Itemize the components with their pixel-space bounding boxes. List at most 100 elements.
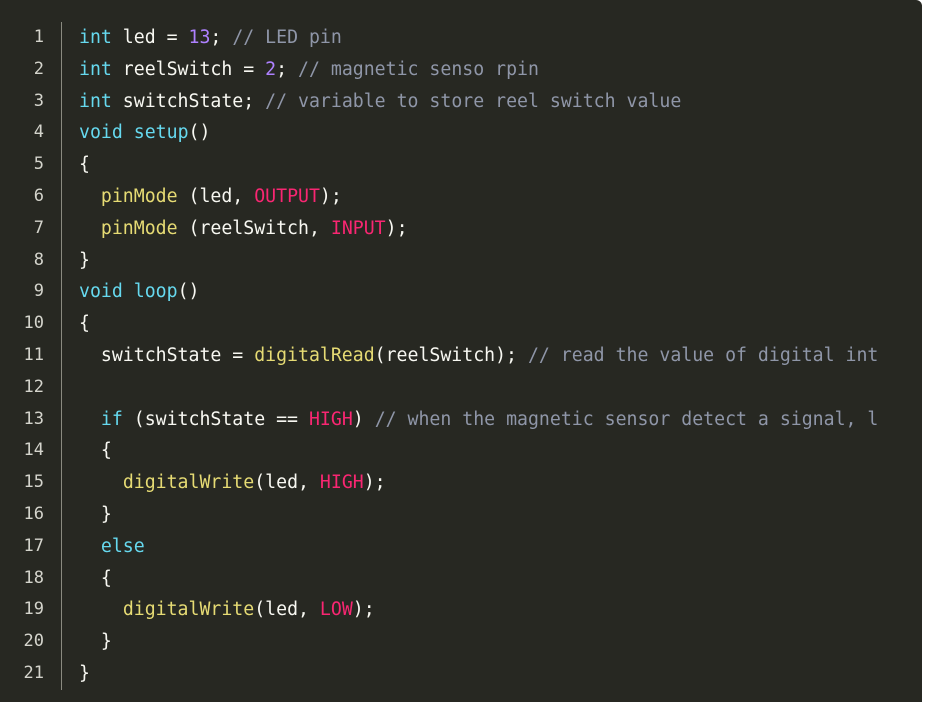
code-line: 19 digitalWrite(led, LOW); [0,594,922,626]
line-number: 8 [33,249,44,270]
keyword-token: loop [133,281,178,303]
line-number: 19 [23,599,44,620]
function-token: pinMode [100,185,178,207]
code-line: 5{ [0,149,922,181]
keyword-token: int [79,58,112,80]
code-text: switchState = digitalRead(reelSwitch); /… [79,340,878,372]
comment-token: // magnetic senso rpin [298,58,539,80]
text-token: ; [276,58,299,80]
text-token: () [188,122,211,144]
code-text: digitalWrite(led, HIGH); [79,467,386,499]
comment-token: // variable to store reel switch value [265,90,682,112]
line-number: 18 [23,567,44,588]
code-text: int led = 13; // LED pin [79,22,342,54]
code-text: digitalWrite(led, LOW); [79,594,375,626]
code-line: 20 } [0,626,922,658]
code-line: 13 if (switchState == HIGH) // when the … [0,404,922,436]
text-token: switchState; [111,90,266,112]
function-token: digitalWrite [122,472,255,494]
code-text: { [79,308,90,340]
text-token: switchState = [79,344,255,366]
keyword-token: setup [133,122,189,144]
code-block: 1 int led = 13; // LED pin 2 int reelSwitch… [0,0,922,702]
line-number: 9 [33,281,44,302]
text-token: ); [363,472,386,494]
text-token: ); [385,217,408,239]
code-text: pinMode (led, OUTPUT); [79,181,342,213]
line-number: 6 [33,185,44,206]
line-number: 1 [33,27,44,47]
code-text: { [79,435,112,467]
code-text: } [79,499,112,531]
function-token: digitalRead [254,344,375,366]
text-token: { [79,440,112,462]
line-number: 15 [23,472,44,493]
line-number: 13 [23,408,44,429]
code-line: 1 int led = 13; // LED pin [0,22,922,54]
text-token: reelSwitch = [111,58,266,80]
line-number: 4 [33,122,44,143]
line-number: 2 [33,58,44,79]
code-text: void loop() [79,276,199,308]
line-number: 10 [23,313,44,334]
text-token: ); [352,599,375,621]
text-token: { [79,313,90,335]
code-line: 17 else [0,531,922,563]
text-token: } [79,631,112,653]
keyword-token: void [79,122,123,144]
keyword-token: else [100,535,145,557]
constant-token: HIGH [319,472,364,494]
function-token: digitalWrite [122,599,255,621]
keyword-token: int [79,90,112,112]
code-text: } [79,245,90,277]
code-line: 14 { [0,435,922,467]
code-text: int reelSwitch = 2; // magnetic senso rp… [79,54,539,86]
code-text: } [79,658,90,690]
text-token: } [79,503,112,525]
text-token: (reelSwitch); [374,344,528,366]
code-text: { [79,563,112,595]
constant-token: INPUT [330,217,386,239]
text-token: { [79,567,112,589]
code-text: pinMode (reelSwitch, INPUT); [79,213,408,245]
code-line: 15 digitalWrite(led, HIGH); [0,467,922,499]
code-line: 10 { [0,308,922,340]
code-lines: 1 int led = 13; // LED pin 2 int reelSwitch… [0,22,922,690]
comment-token: // when the magnetic sensor detect a sig… [374,408,879,430]
code-text: if (switchState == HIGH) // when the mag… [79,404,878,436]
code-text: { [79,149,90,181]
code-line: 16 } [0,499,922,531]
code-line: 11 switchState = digitalRead(reelSwitch)… [0,340,922,372]
text-token: led = [111,27,189,48]
text-token: ); [319,185,342,207]
text-token: ) [352,408,375,430]
code-line: 8} [0,245,922,277]
text-token: (led, [254,599,320,621]
code-text: else [79,531,145,563]
text-token: } [79,249,90,271]
line-number: 7 [33,217,44,238]
text-token: (led, [254,472,320,494]
code-text: void setup() [79,117,210,149]
keyword-token: if [100,408,123,430]
line-number: 14 [23,440,44,461]
line-number: 12 [23,376,44,397]
keyword-token: int [79,27,112,48]
constant-token: OUTPUT [254,185,320,207]
code-line: 4 void setup() [0,117,922,149]
constant-token: LOW [319,599,353,621]
function-token: pinMode [100,217,178,239]
line-number: 17 [23,535,44,556]
code-line: 18 { [0,563,922,595]
line-number: 16 [23,503,44,524]
text-token: (switchState == [122,408,309,430]
line-number: 20 [23,631,44,652]
text-token: () [177,281,200,303]
